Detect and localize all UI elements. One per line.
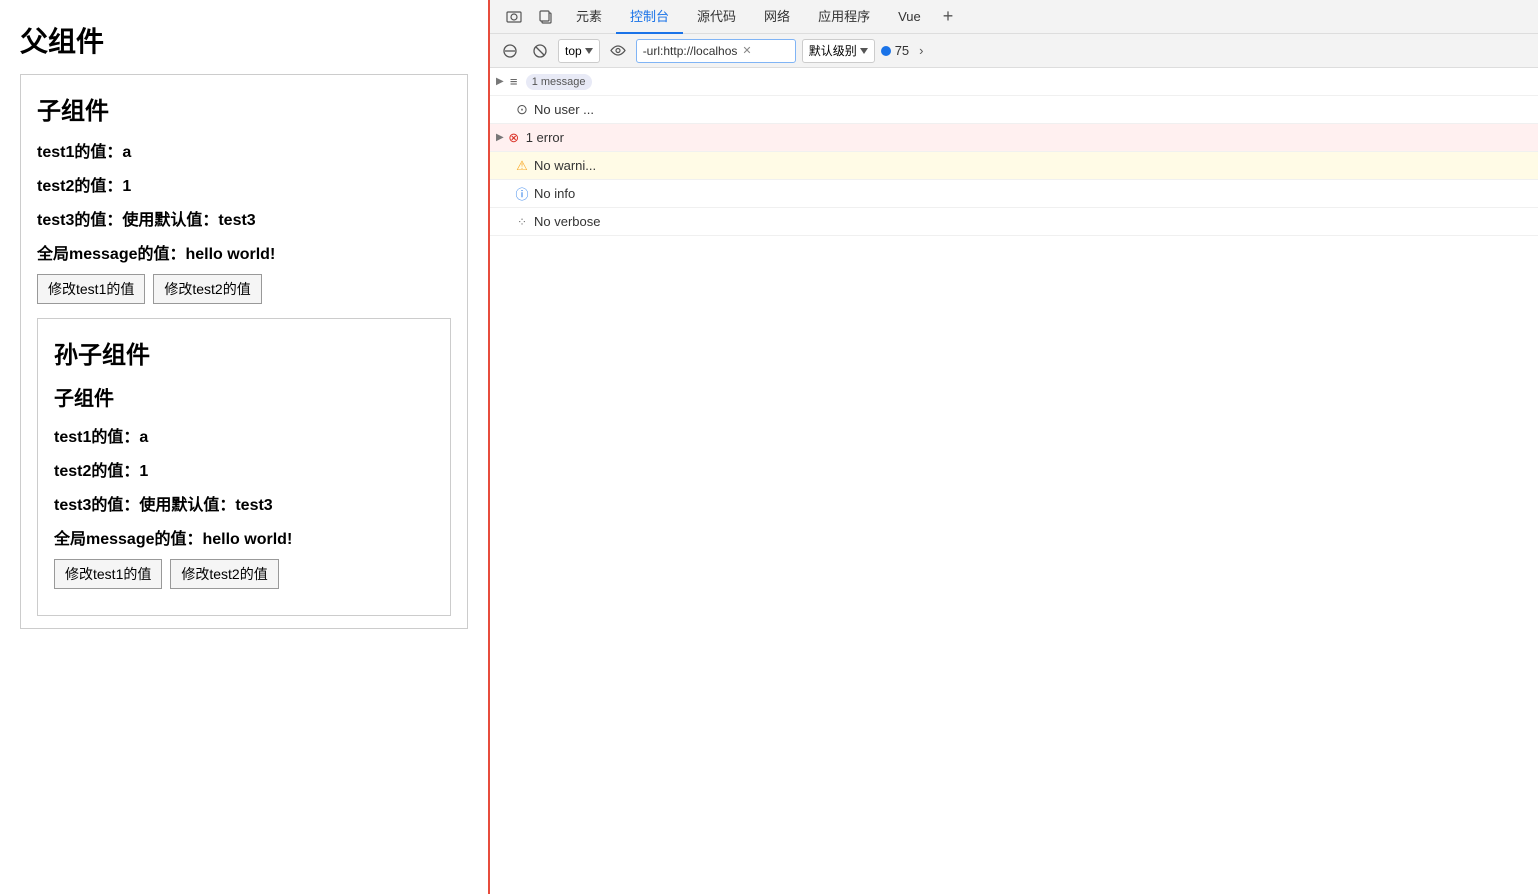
- grandchild-test1: test1的值：a: [54, 423, 434, 447]
- log-row-verbose[interactable]: ⁘ No verbose: [490, 208, 1538, 236]
- log-level-selector[interactable]: 默认级别: [802, 39, 875, 63]
- child-test3: test3的值：使用默认值：test3: [37, 206, 451, 230]
- log-row-user[interactable]: ⊙ No user ...: [490, 96, 1538, 124]
- more-options-chevron[interactable]: ›: [915, 43, 927, 58]
- error-text: 1 error: [526, 130, 564, 145]
- message-count-badge: 1 message: [526, 74, 592, 90]
- devtools-panel: 元素 控制台 源代码 网络 应用程序 Vue + top: [490, 0, 1538, 894]
- badge-count: 75: [881, 43, 909, 58]
- log-row-info[interactable]: ⓘ No info: [490, 180, 1538, 208]
- child-btn1[interactable]: 修改test1的值: [37, 274, 145, 304]
- grandchild-test3: test3的值：使用默认值：test3: [54, 491, 434, 515]
- context-selector[interactable]: top: [558, 39, 600, 63]
- log-level-label: 默认级别: [809, 42, 857, 59]
- grandchild-box: 孙子组件 子组件 test1的值：a test2的值：1 test3的值：使用默…: [37, 318, 451, 616]
- list-icon: ≡: [506, 74, 522, 90]
- message-toggle-arrow[interactable]: ▶: [496, 76, 504, 87]
- child-button-row: 修改test1的值 修改test2的值: [37, 274, 451, 304]
- no-user-text: No user ...: [534, 102, 594, 117]
- child-box: 子组件 test1的值：a test2的值：1 test3的值：使用默认值：te…: [20, 74, 468, 629]
- no-warning-text: No warni...: [534, 158, 596, 173]
- add-tab-button[interactable]: +: [935, 6, 962, 27]
- tab-console[interactable]: 控制台: [616, 0, 683, 34]
- user-circle-icon: ⊙: [514, 102, 530, 118]
- url-filter-close[interactable]: ✕: [742, 44, 751, 57]
- child-section-title: 子组件: [37, 91, 451, 126]
- log-row-message[interactable]: ▶ ≡ 1 message: [490, 68, 1538, 96]
- grandchild-section-title: 孙子组件: [54, 335, 434, 370]
- no-verbose-text: No verbose: [534, 214, 600, 229]
- verbose-icon: ⁘: [514, 214, 530, 230]
- clear-console-button[interactable]: [498, 39, 522, 63]
- devtools-toolbar: top -url:http://localhos ✕ 默认级别 75 ›: [490, 34, 1538, 68]
- warning-triangle-icon: ⚠: [514, 158, 530, 174]
- info-circle-icon: ⓘ: [514, 186, 530, 202]
- child-test2: test2的值：1: [37, 172, 451, 196]
- url-filter-text: -url:http://localhos: [643, 44, 738, 58]
- log-row-warning[interactable]: ⚠ No warni...: [490, 152, 1538, 180]
- badge-number: 75: [895, 43, 909, 58]
- child-btn2[interactable]: 修改test2的值: [153, 274, 261, 304]
- copy-icon[interactable]: [530, 9, 562, 25]
- child-message: 全局message的值：hello world!: [37, 240, 451, 264]
- app-panel: 父组件 子组件 test1的值：a test2的值：1 test3的值：使用默认…: [0, 0, 490, 894]
- tab-network[interactable]: 网络: [750, 0, 804, 34]
- tab-vue[interactable]: Vue: [884, 0, 935, 34]
- eye-icon[interactable]: [606, 39, 630, 63]
- devtools-tab-bar: 元素 控制台 源代码 网络 应用程序 Vue +: [490, 0, 1538, 34]
- tab-application[interactable]: 应用程序: [804, 0, 884, 34]
- grandchild-message: 全局message的值：hello world!: [54, 525, 434, 549]
- url-filter-bar[interactable]: -url:http://localhos ✕: [636, 39, 796, 63]
- child-test1: test1的值：a: [37, 138, 451, 162]
- grandchild-btn2[interactable]: 修改test2的值: [170, 559, 278, 589]
- screenshot-icon[interactable]: [498, 9, 530, 25]
- grandchild-button-row: 修改test1的值 修改test2的值: [54, 559, 434, 589]
- tab-sources[interactable]: 源代码: [683, 0, 750, 34]
- context-label: top: [565, 44, 582, 58]
- grandchild-btn1[interactable]: 修改test1的值: [54, 559, 162, 589]
- parent-title: 父组件: [20, 20, 468, 60]
- badge-dot: [881, 46, 891, 56]
- console-area: ▶ ≡ 1 message ⊙ No user ... ▶ ⊗ 1 error …: [490, 68, 1538, 894]
- no-info-text: No info: [534, 186, 575, 201]
- grandchild-sub-title: 子组件: [54, 382, 434, 411]
- error-circle-icon: ⊗: [506, 130, 522, 146]
- log-row-error[interactable]: ▶ ⊗ 1 error: [490, 124, 1538, 152]
- error-toggle-arrow[interactable]: ▶: [496, 132, 504, 143]
- tab-elements[interactable]: 元素: [562, 0, 616, 34]
- block-button[interactable]: [528, 39, 552, 63]
- grandchild-test2: test2的值：1: [54, 457, 434, 481]
